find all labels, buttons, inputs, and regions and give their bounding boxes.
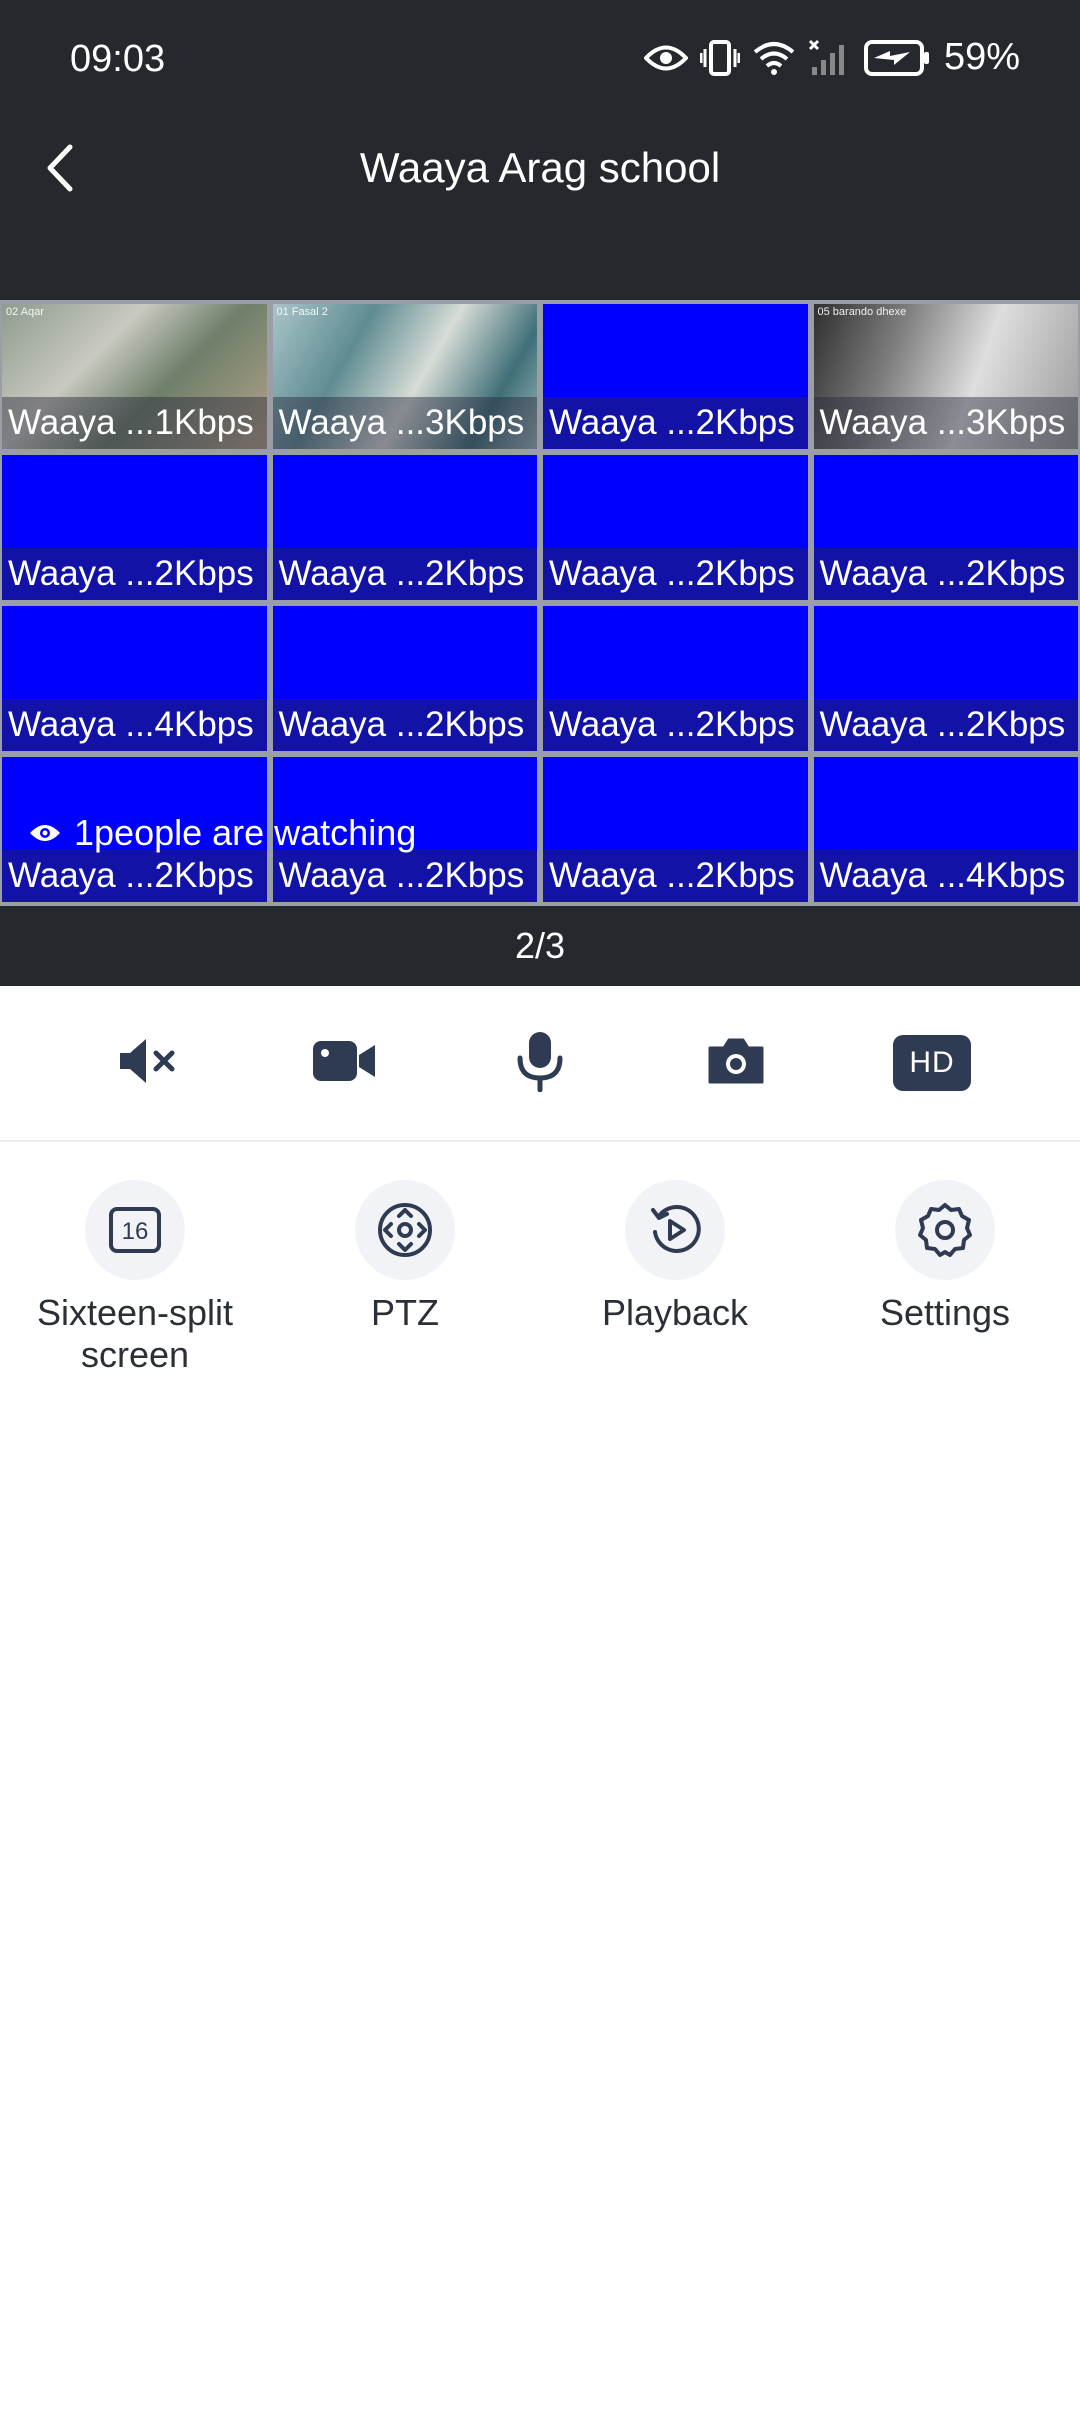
camera-tile[interactable]: Waaya ...2Kbps — [543, 304, 808, 449]
menu-item-sixteen-split[interactable]: 16 Sixteen-split screen — [0, 1180, 270, 1376]
camera-tile[interactable]: 02 Aqar Waaya ...1Kbps — [2, 304, 267, 449]
camera-tile-label: Waaya ...3Kbps — [813, 397, 1078, 449]
camera-snapshot-icon — [706, 1036, 766, 1091]
ptz-icon — [355, 1180, 455, 1280]
viewer-count-text: 1people are watching — [74, 812, 417, 853]
sixteen-split-icon-text: 16 — [122, 1218, 149, 1245]
camera-tile[interactable]: Waaya ...2Kbps — [813, 455, 1078, 600]
page-title: Waaya Arag school — [359, 144, 721, 191]
camera-tile[interactable]: Waaya ...2Kbps — [543, 757, 808, 902]
status-time: 09:03 — [70, 38, 166, 80]
page-indicator: 2/3 — [0, 906, 1080, 986]
talk-button[interactable] — [485, 1008, 595, 1118]
battery-percentage: 59% — [943, 36, 1020, 78]
camera-tile[interactable]: Waaya ...4Kbps — [2, 606, 267, 751]
mute-icon — [116, 1035, 180, 1092]
eye-icon — [643, 43, 688, 73]
camera-tile[interactable]: 05 barando dhexe Waaya ...3Kbps — [813, 304, 1078, 449]
camera-tile-label: Waaya ...4Kbps — [2, 699, 267, 751]
vibrate-icon — [699, 39, 740, 77]
menu-label: PTZ — [371, 1292, 439, 1333]
viewer-count: 1people are watching — [28, 812, 416, 854]
camera-tile-label: Waaya ...2Kbps — [543, 548, 808, 600]
camera-tile[interactable]: Waaya ...2Kbps — [272, 606, 537, 751]
menu-label: Playback — [601, 1292, 749, 1333]
wifi-icon — [752, 40, 796, 76]
function-menu: 16 Sixteen-split screen PTZ Playback Set… — [0, 1180, 1080, 1376]
camera-tile-label: Waaya ...2Kbps — [272, 850, 537, 902]
camera-tile-label: Waaya ...2Kbps — [2, 548, 267, 600]
battery-charging-icon — [863, 39, 930, 76]
camera-tile-label: Waaya ...2Kbps — [543, 397, 808, 449]
nav-bar: Waaya Arag school — [0, 120, 1080, 220]
status-icons: 59% — [643, 36, 1020, 79]
record-button[interactable] — [289, 1008, 399, 1118]
camera-tile[interactable]: Waaya ...2Kbps — [543, 606, 808, 751]
camera-overlay-text: 02 Aqar — [6, 306, 44, 318]
camera-tile[interactable]: Waaya ...2Kbps — [272, 455, 537, 600]
sixteen-split-icon: 16 — [85, 1180, 185, 1280]
camera-tile-label: Waaya ...2Kbps — [813, 699, 1078, 751]
camera-tile[interactable]: Waaya ...2Kbps — [813, 606, 1078, 751]
camera-tile[interactable]: Waaya ...2Kbps — [543, 455, 808, 600]
camera-overlay-text: 05 barando dhexe — [817, 306, 907, 318]
video-record-icon — [311, 1038, 377, 1089]
camera-tile-label: Waaya ...2Kbps — [2, 850, 267, 902]
camera-tile-label: Waaya ...2Kbps — [543, 699, 808, 751]
eye-icon — [28, 812, 62, 854]
camera-tile-label: Waaya ...2Kbps — [272, 699, 537, 751]
menu-item-settings[interactable]: Settings — [810, 1180, 1080, 1376]
menu-item-ptz[interactable]: PTZ — [270, 1180, 540, 1376]
menu-item-playback[interactable]: Playback — [540, 1180, 810, 1376]
settings-icon — [895, 1180, 995, 1280]
camera-tile-label: Waaya ...2Kbps — [813, 548, 1078, 600]
hd-badge: HD — [893, 1035, 971, 1091]
mute-button[interactable] — [93, 1008, 203, 1118]
microphone-icon — [515, 1030, 565, 1097]
menu-label: Settings — [879, 1292, 1011, 1333]
camera-tile-label: Waaya ...2Kbps — [543, 850, 808, 902]
camera-tile-label: Waaya ...4Kbps — [813, 850, 1078, 902]
hd-toggle-button[interactable]: HD — [877, 1008, 987, 1118]
camera-tile-label: Waaya ...2Kbps — [272, 548, 537, 600]
control-bar: HD — [0, 986, 1080, 1142]
camera-tile-label: Waaya ...3Kbps — [272, 397, 537, 449]
status-bar: 09:03 59% — [0, 0, 1080, 120]
camera-overlay-text: 01 Fasal 2 — [276, 306, 328, 318]
signal-icon — [808, 39, 852, 77]
camera-tile[interactable]: Waaya ...2Kbps — [2, 455, 267, 600]
camera-tile[interactable]: 01 Fasal 2 Waaya ...3Kbps — [272, 304, 537, 449]
menu-label: Sixteen-split screen — [36, 1292, 234, 1375]
camera-tile-label: Waaya ...1Kbps — [2, 397, 267, 449]
camera-tile[interactable]: Waaya ...4Kbps — [813, 757, 1078, 902]
playback-icon — [625, 1180, 725, 1280]
snapshot-button[interactable] — [681, 1008, 791, 1118]
